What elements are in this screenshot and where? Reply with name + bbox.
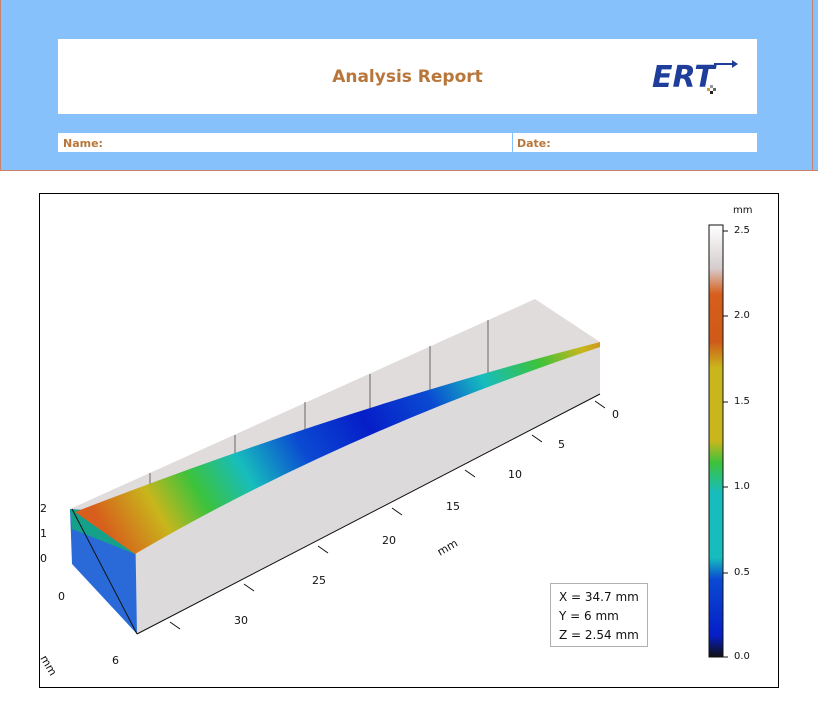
info-fields: Name: Date:: [58, 133, 757, 152]
surface-plot[interactable]: 0 5 10 15 20 25 30 mm 0 6 mm 2 1 0 mm 2.…: [39, 193, 779, 688]
readout-z: Z = 2.54 mm: [559, 628, 639, 642]
y-tick-label: 0: [612, 408, 619, 421]
z-tick-label: 0: [40, 552, 47, 565]
y-axis-label: mm: [435, 537, 460, 559]
y-tick-label: 15: [446, 500, 460, 513]
color-bar-tick: 0.5: [734, 567, 750, 578]
y-tick-label: 20: [382, 534, 396, 547]
y-tick-label: 10: [508, 468, 522, 481]
name-label: Name:: [63, 137, 103, 150]
header-left-border: [0, 0, 1, 170]
color-bar-tick: 2.5: [734, 225, 750, 236]
readout-y: Y = 6 mm: [559, 609, 619, 623]
ert-logo: ERT: [652, 60, 738, 95]
z-tick-label: 1: [40, 527, 47, 540]
cursor-readout: X = 34.7 mm Y = 6 mm Z = 2.54 mm: [550, 583, 648, 647]
x-axis-label: mm: [40, 653, 59, 678]
color-bar-tick: 2.0: [734, 310, 750, 321]
y-tick-label: 30: [234, 614, 248, 627]
x-tick-label: 0: [58, 590, 65, 603]
header-right-border: [812, 0, 813, 170]
report-header: Analysis Report ERT Name: Date:: [0, 0, 818, 171]
y-tick-label: 5: [558, 438, 565, 451]
color-bar-unit: mm: [733, 205, 753, 216]
field-divider: [512, 133, 513, 152]
color-bar-tick: 1.5: [734, 396, 750, 407]
color-bar-ticks: [723, 230, 728, 658]
color-bar-tick: 1.0: [734, 481, 750, 492]
color-bar: [708, 224, 724, 658]
color-bar-tick: 0.0: [734, 651, 750, 662]
y-tick-label: 25: [312, 574, 326, 587]
date-label: Date:: [517, 137, 551, 150]
x-tick-label: 6: [112, 654, 119, 667]
readout-x: X = 34.7 mm: [559, 590, 639, 604]
name-field[interactable]: Name:: [63, 133, 503, 152]
title-panel: Analysis Report ERT: [58, 39, 757, 114]
z-tick-label: 2: [40, 502, 47, 515]
surface-plot-svg: 0 5 10 15 20 25 30 mm 0 6 mm 2 1 0: [40, 224, 728, 678]
date-field[interactable]: Date:: [517, 133, 747, 152]
